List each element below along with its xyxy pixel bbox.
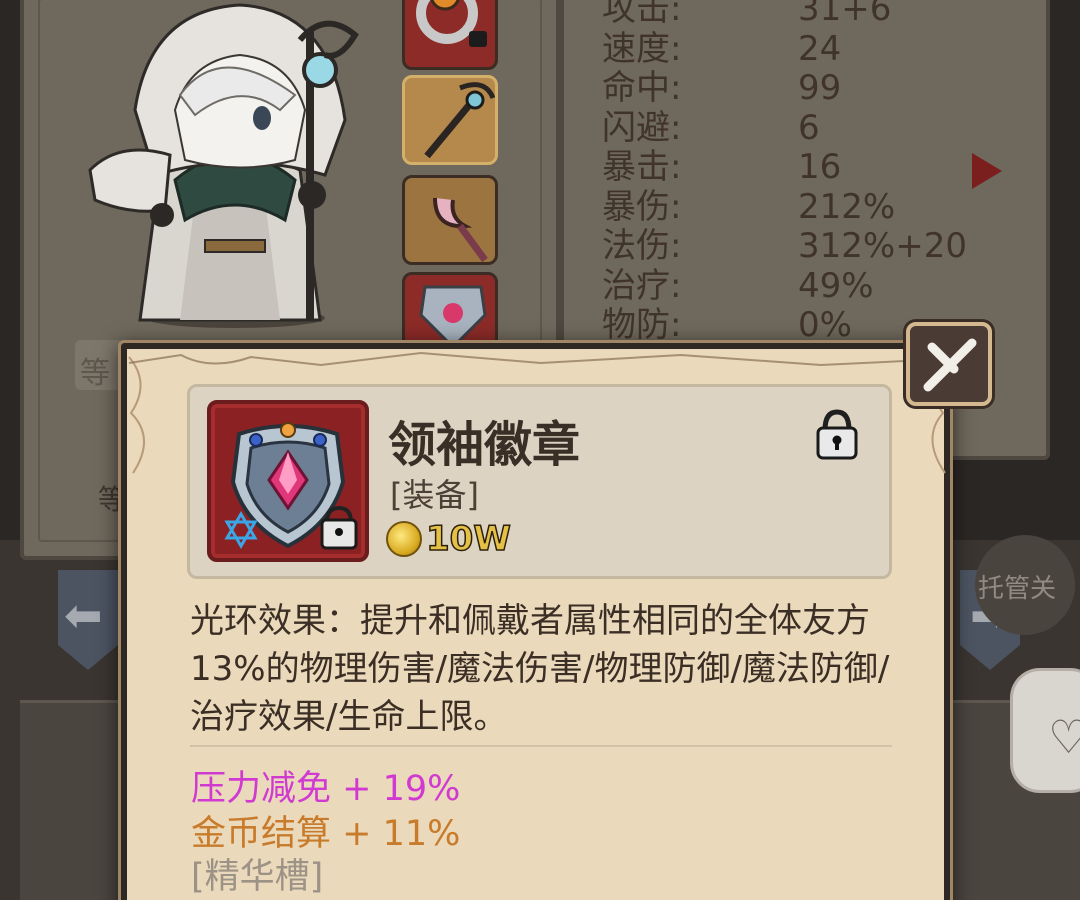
equipment-slot-staff[interactable] (402, 75, 498, 165)
close-button[interactable] (906, 322, 992, 406)
stat-label: 攻击: (602, 0, 682, 29)
essence-socket-label: [精华槽] (191, 857, 324, 897)
item-icon-frame (207, 400, 369, 562)
stat-label: 速度: (602, 28, 682, 69)
stat-row: 速度: 24 (602, 28, 1022, 70)
stat-row: 法伤: 312%+20 (602, 226, 1022, 267)
stat-label: 闪避: (602, 107, 682, 148)
stat-label: 法伤: (602, 226, 682, 266)
arrow-left-icon: ⬅ (64, 588, 103, 642)
stat-value: 99 (798, 68, 842, 108)
stat-row: 暴伤: 212% (602, 186, 1022, 228)
hero-stats-list: 攻击: 31+6 速度: 24 命中: 99 闪避: 6 暴击: 16 暴伤: 212% 法… (602, 0, 1022, 346)
item-price: 10W (386, 518, 512, 560)
stat-value: 6 (798, 107, 820, 148)
staff-icon (424, 82, 495, 159)
item-description: 光环效果：提升和佩戴者属性相同的全体友方13%的物理伤害/魔法伤害/物理防御/魔… (190, 601, 890, 737)
gold-coin-icon (386, 521, 422, 557)
lock-icon (320, 505, 358, 550)
stat-row: 闪避: 6 (602, 107, 1022, 149)
auto-manage-label: 托管关 (978, 574, 1057, 604)
divider (190, 745, 892, 747)
stat-row: 暴击: 16 (602, 147, 1022, 188)
stat-label: 暴伤: (602, 186, 682, 227)
item-type: [装备] (390, 476, 479, 514)
stat-row: 攻击: 31+6 (602, 0, 1022, 30)
stat-label: 命中: (602, 68, 682, 108)
next-page-arrow-icon[interactable] (972, 153, 1002, 189)
stat-value: 312%+20 (798, 226, 967, 266)
stat-label: 治疗: (602, 265, 682, 306)
ring-icon (416, 0, 487, 47)
stat-value: 31+6 (798, 0, 892, 29)
stat-value: 24 (798, 28, 842, 69)
close-icon (923, 338, 977, 392)
stat-label: 暴击: (602, 147, 682, 187)
lock-toggle-icon[interactable] (815, 408, 859, 460)
hero-character-image (88, 3, 359, 328)
stat-value: 16 (798, 147, 842, 187)
stat-value: 49% (798, 265, 874, 306)
stat-value: 212% (798, 186, 896, 227)
equipment-slot-scepter[interactable] (402, 175, 498, 265)
equipment-slot-ring[interactable] (402, 0, 498, 70)
price-value: 10W (425, 518, 511, 560)
item-name: 领袖徽章 (388, 417, 581, 473)
stat-row: 治疗: 49% (602, 265, 1022, 307)
bonus-stat-stress-reduction: 压力减免 + 19% (191, 769, 461, 809)
level-label: 等 (80, 356, 110, 391)
heart-icon: ♡ (1048, 710, 1080, 764)
leader-badge-icon (224, 422, 358, 550)
scepter-icon (433, 197, 488, 262)
stat-row: 命中: 99 (602, 68, 1022, 109)
